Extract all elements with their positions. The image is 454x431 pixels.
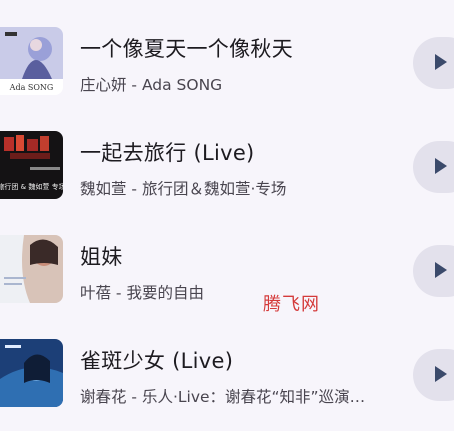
song-row[interactable]: 旅行团 & 魏如萱 专场 一起去旅行 (Live) 魏如萱 - 旅行团＆魏如萱·… — [0, 115, 454, 219]
album-cover — [0, 339, 63, 407]
song-artist-album: 谢春花 - 乐人·Live：谢春花“知非”巡演… — [80, 388, 366, 406]
song-title: 一起去旅行 (Live) — [80, 141, 255, 165]
song-title: 一个像夏天一个像秋天 — [80, 37, 293, 61]
watermark: 腾飞网 — [263, 294, 320, 315]
play-button[interactable] — [413, 141, 454, 193]
play-icon — [435, 366, 447, 382]
song-artist-album: 叶蓓 - 我要的自由 — [80, 284, 204, 302]
play-button[interactable] — [413, 37, 454, 89]
play-button[interactable] — [413, 349, 454, 401]
album-cover — [0, 235, 63, 303]
song-row[interactable]: 姐妹 叶蓓 - 我要的自由 — [0, 219, 454, 323]
cover-label: Ada SONG — [9, 83, 54, 92]
song-artist-album: 魏如萱 - 旅行团＆魏如萱·专场 — [80, 180, 287, 198]
song-artist-album: 庄心妍 - Ada SONG — [80, 76, 223, 94]
play-icon — [435, 262, 447, 278]
album-cover: Ada SONG — [0, 27, 63, 95]
song-row[interactable]: 雀斑少女 (Live) 谢春花 - 乐人·Live：谢春花“知非”巡演… — [0, 323, 454, 427]
song-row[interactable]: Ada SONG 一个像夏天一个像秋天 庄心妍 - Ada SONG — [0, 11, 454, 115]
song-title: 姐妹 — [80, 245, 123, 269]
song-title: 雀斑少女 (Live) — [80, 349, 234, 373]
play-icon — [435, 158, 447, 174]
play-button[interactable] — [413, 245, 454, 297]
play-icon — [435, 54, 447, 70]
song-list: Ada SONG 一个像夏天一个像秋天 庄心妍 - Ada SONG 旅行团 &… — [0, 0, 454, 431]
cover-label: 旅行团 & 魏如萱 专场 — [0, 182, 63, 191]
album-cover: 旅行团 & 魏如萱 专场 — [0, 131, 63, 199]
